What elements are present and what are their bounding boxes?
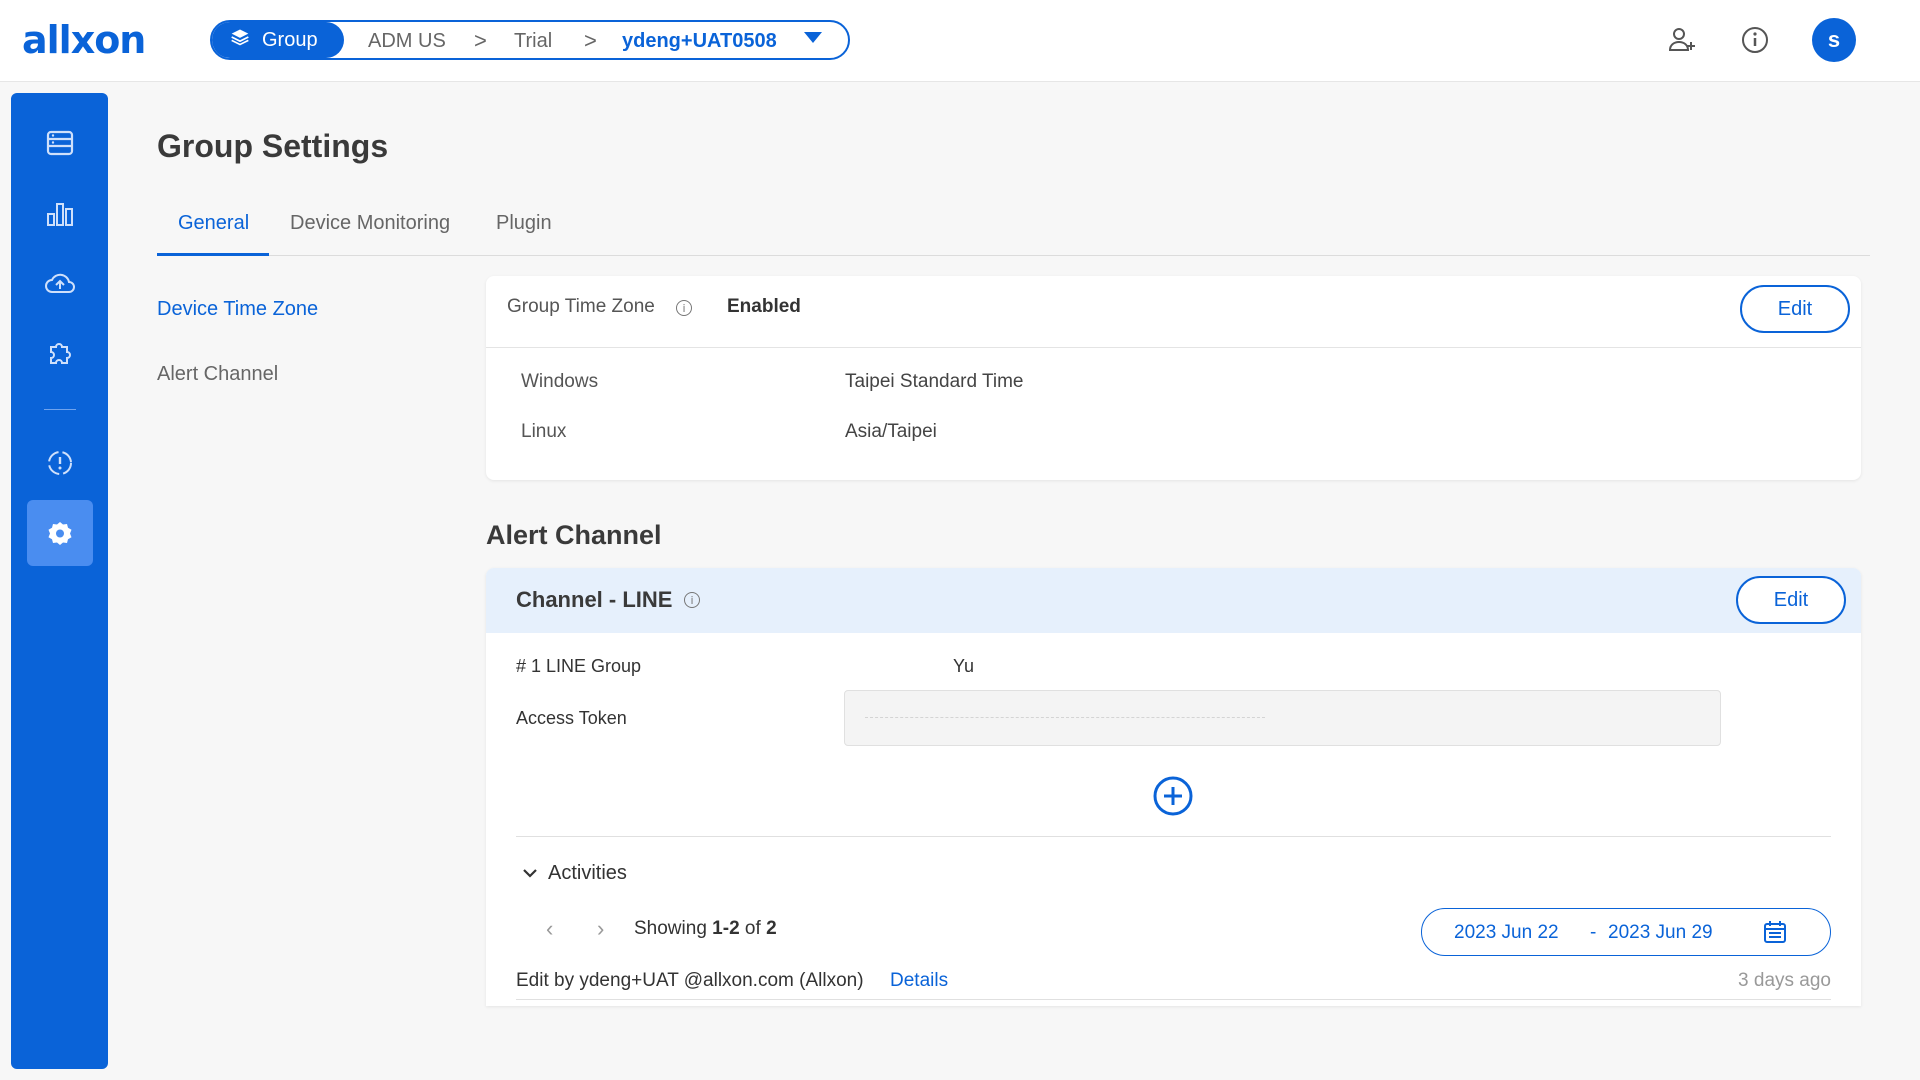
divider xyxy=(516,999,1831,1000)
info-icon[interactable]: i xyxy=(684,592,700,608)
channel-header: Channel - LINE i Edit xyxy=(486,568,1861,633)
layers-icon xyxy=(230,27,250,53)
breadcrumb-current[interactable]: ydeng+UAT0508 xyxy=(622,30,777,53)
calendar-icon[interactable] xyxy=(1762,919,1788,950)
date-separator: - xyxy=(1590,922,1597,943)
breadcrumb: Group ADM US > Trial > ydeng+UAT0508 xyxy=(210,20,850,60)
showing-total: 2 xyxy=(766,918,777,939)
showing-prefix: Showing xyxy=(634,918,707,939)
linux-label: Linux xyxy=(521,421,567,442)
sidebar xyxy=(11,93,108,1069)
alert-channel-card: Channel - LINE i Edit # 1 LINE Group Yu … xyxy=(486,568,1861,1006)
channel-title: Channel - LINE xyxy=(516,587,673,612)
date-from: 2023 Jun 22 xyxy=(1454,922,1559,943)
leftnav-alert-channel[interactable]: Alert Channel xyxy=(157,363,278,386)
dashboard-icon[interactable] xyxy=(27,180,93,246)
date-to: 2023 Jun 29 xyxy=(1608,922,1713,943)
activities-label: Activities xyxy=(548,862,627,884)
tab-device-monitoring[interactable]: Device Monitoring xyxy=(290,212,450,235)
windows-label: Windows xyxy=(521,371,599,392)
add-channel-icon[interactable] xyxy=(1152,775,1194,817)
settings-icon[interactable] xyxy=(27,500,93,566)
tab-general[interactable]: General xyxy=(178,212,249,235)
time-zone-card: Group Time Zone i Enabled Edit Windows T… xyxy=(486,276,1861,480)
tab-bar: General Device Monitoring Plugin xyxy=(157,200,1870,256)
group-time-zone-label: Group Time Zone xyxy=(507,296,655,317)
plugins-icon[interactable] xyxy=(27,320,93,386)
time-zone-header: Group Time Zone i Enabled Edit xyxy=(486,276,1861,348)
info-icon[interactable]: i xyxy=(676,300,692,316)
next-page-icon[interactable]: › xyxy=(597,916,604,942)
windows-time-zone-value: Taipei Standard Time xyxy=(845,371,1024,392)
caret-down-icon[interactable] xyxy=(804,32,822,43)
alert-channel-heading: Alert Channel xyxy=(486,520,662,550)
line-group-value: Yu xyxy=(953,656,975,676)
linux-time-zone-value: Asia/Taipei xyxy=(845,421,937,442)
active-tab-indicator xyxy=(157,253,269,256)
pagination-summary: Showing 1-2 of 2 xyxy=(634,918,777,940)
devices-icon[interactable] xyxy=(27,110,93,176)
activity-details-link[interactable]: Details xyxy=(890,970,948,992)
edit-time-zone-button[interactable]: Edit xyxy=(1740,285,1850,333)
alert-icon[interactable] xyxy=(27,430,93,496)
add-user-icon[interactable] xyxy=(1664,22,1700,58)
leftnav-device-time-zone[interactable]: Device Time Zone xyxy=(157,298,318,321)
showing-range: 1-2 xyxy=(712,918,740,939)
breadcrumb-item-adm-us[interactable]: ADM US xyxy=(368,30,446,53)
access-token-label: Access Token xyxy=(516,708,627,728)
sidebar-divider xyxy=(44,409,76,410)
group-chip[interactable]: Group xyxy=(212,22,344,58)
activity-entry: Edit by ydeng+UAT @allxon.com (Allxon) xyxy=(516,970,864,991)
breadcrumb-separator: > xyxy=(584,28,597,53)
tab-plugin[interactable]: Plugin xyxy=(496,212,552,235)
breadcrumb-item-trial[interactable]: Trial xyxy=(514,30,552,53)
activity-timestamp: 3 days ago xyxy=(1738,970,1831,991)
page-title: Group Settings xyxy=(157,128,389,164)
top-bar: allxon Group ADM US > Trial > ydeng+UAT0… xyxy=(0,0,1920,82)
group-chip-label: Group xyxy=(262,28,318,51)
prev-page-icon[interactable]: ‹ xyxy=(546,916,553,942)
line-group-label: # 1 LINE Group xyxy=(516,656,642,676)
time-zone-status: Enabled xyxy=(727,296,801,317)
masked-token xyxy=(865,717,1265,718)
breadcrumb-separator: > xyxy=(474,28,487,53)
showing-of: of xyxy=(744,918,761,939)
activities-toggle[interactable]: Activities xyxy=(522,862,627,885)
edit-channel-button[interactable]: Edit xyxy=(1736,576,1846,624)
allxon-logo[interactable]: allxon xyxy=(22,18,146,62)
info-icon[interactable] xyxy=(1737,22,1773,58)
date-range-picker[interactable]: 2023 Jun 22 - 2023 Jun 29 xyxy=(1421,908,1831,956)
ota-icon[interactable] xyxy=(27,250,93,316)
divider xyxy=(516,836,1831,837)
avatar[interactable]: s xyxy=(1812,18,1856,62)
access-token-field[interactable] xyxy=(844,690,1721,746)
chevron-down-icon xyxy=(522,862,538,885)
